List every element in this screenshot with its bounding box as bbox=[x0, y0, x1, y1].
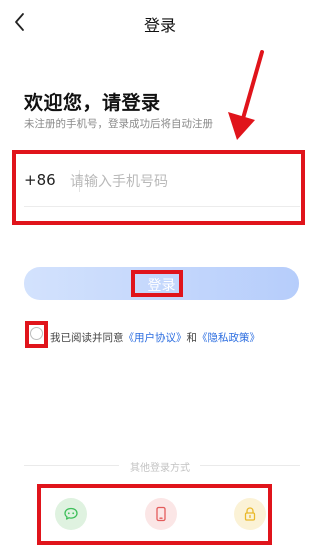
privacy-policy-link[interactable]: 《隐私政策》 bbox=[197, 332, 260, 344]
agreement-prefix: 我已阅读并同意 bbox=[50, 332, 124, 344]
other-login-title: 其他登录方式 bbox=[130, 463, 190, 474]
welcome-hint: 未注册的手机号，登录成功后将自动注册 bbox=[24, 118, 213, 130]
welcome-title: 欢迎您，请登录 bbox=[24, 92, 161, 114]
agreement-text: 我已阅读并同意《用户协议》和《隐私政策》 bbox=[50, 330, 260, 345]
page-title: 登录 bbox=[143, 16, 176, 35]
agreement-and: 和 bbox=[186, 332, 198, 344]
annotation-box-checkbox bbox=[25, 321, 48, 348]
annotation-box-other-login bbox=[37, 484, 272, 545]
annotation-box-phone bbox=[12, 150, 305, 225]
annotation-arrow bbox=[228, 50, 264, 140]
annotation-box-login bbox=[131, 270, 183, 297]
user-agreement-link[interactable]: 《用户协议》 bbox=[124, 332, 187, 344]
